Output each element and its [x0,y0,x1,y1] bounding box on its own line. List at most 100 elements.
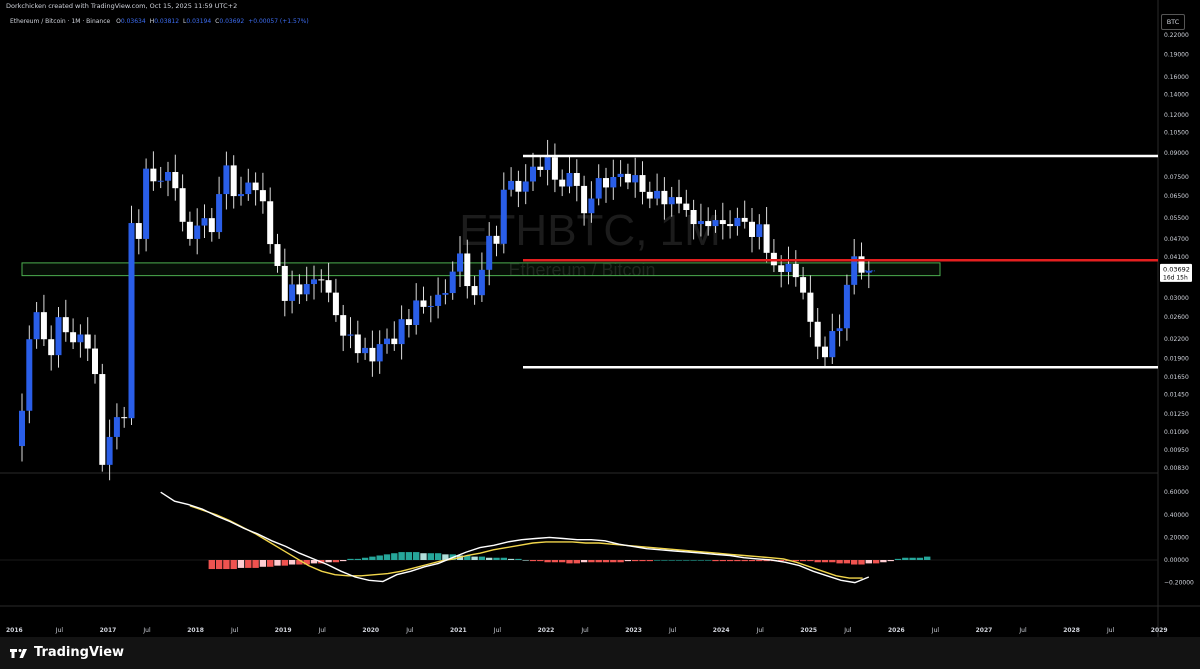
price-axis-label: 0.01250 [1164,411,1189,418]
macd-histogram-bar [522,560,529,561]
candle-body [676,197,682,204]
price-axis-label: 0.05500 [1164,215,1189,222]
candle-body [26,339,33,411]
time-axis-label: Jul [843,627,852,634]
candle-body [646,191,653,199]
price-axis-label: 0.00950 [1164,447,1189,454]
price-axis-label: 0.12000 [1164,112,1189,119]
price-axis-label: 0.00830 [1164,465,1189,472]
candle-body [376,344,383,362]
candle-body [603,178,609,188]
candle-body [157,180,164,182]
candle-body [179,188,186,222]
macd-histogram-bar [858,560,865,565]
current-price-label: 0.03692 [1163,265,1190,273]
macd-histogram-bar [683,560,690,561]
macd-histogram-bar [507,558,515,560]
macd-histogram-bar [748,560,756,562]
candle-body [566,173,573,187]
macd-histogram-bar [252,560,259,568]
macd-histogram-bar [376,555,383,560]
osc-axis-label: 0.40000 [1164,512,1189,519]
tradingview-logo[interactable]: TradingView [10,645,124,660]
time-axis-label: Jul [405,627,414,634]
macd-histogram-bar [697,560,705,561]
candle-body [92,348,98,375]
candle-body [340,315,347,336]
macd-histogram-bar [843,560,851,564]
candle-body [624,173,631,183]
candle-body [508,180,515,190]
candle-body [33,312,40,340]
price-axis-label: 0.03000 [1164,295,1189,302]
macd-histogram-bar [486,557,493,560]
candle-body [573,173,580,186]
macd-histogram-bar [274,560,281,566]
macd-histogram-bar [880,560,887,563]
candle-body [712,220,719,227]
time-axis-label: Jul [142,627,151,634]
time-axis-label: 2020 [362,627,379,634]
watermark-ticker: ETHBTC, 1M [459,206,721,255]
time-axis-label: 2021 [450,627,467,634]
candle-body [165,171,171,181]
price-axis-label: 0.09000 [1164,150,1189,157]
time-axis-label: 2027 [976,627,993,634]
candle-body [559,179,566,187]
time-axis-label: Jul [1018,627,1027,634]
time-axis-label: 2028 [1063,627,1080,634]
macd-histogram-bar [580,560,588,563]
price-chart[interactable]: ETHBTC, 1MEthereum / Bitcoin0.220000.190… [0,0,1200,637]
macd-histogram-bar [529,560,537,562]
time-axis-label: Jul [1106,627,1115,634]
macd-histogram-bar [223,560,230,570]
candle-body [208,218,215,233]
macd-histogram-bar [566,560,573,564]
candle-body [362,347,369,354]
time-axis-label: Jul [756,627,765,634]
macd-histogram-bar [799,560,807,562]
macd-histogram-bar [500,557,507,560]
macd-histogram-bar [267,560,274,567]
macd-histogram-bar [325,560,332,563]
candle-body [551,157,558,180]
time-axis-label: 2018 [187,627,204,634]
candle-body [303,284,310,295]
macd-histogram-bar [544,560,551,563]
price-axis-label: 0.22000 [1164,32,1189,39]
price-axis-label: 0.01650 [1164,374,1189,381]
candle-body [84,334,91,349]
candle-body [639,175,646,192]
macd-histogram-bar [537,560,544,562]
candle-body [398,319,405,345]
candle-body [70,332,77,343]
candle-body [62,317,69,333]
candle-body [223,165,230,195]
macd-histogram-bar [391,553,398,560]
time-axis-label: 2016 [6,627,23,634]
candle-body [77,334,84,343]
macd-histogram-bar [551,560,559,563]
footer-bar: TradingView [0,637,1200,669]
candle-body [705,221,712,227]
candle-body [259,190,266,202]
candle-body [245,182,252,195]
price-axis-label: 0.01090 [1164,429,1189,436]
candle-body [55,317,62,356]
price-axis-label: 0.19000 [1164,51,1189,58]
candle-body [427,305,434,307]
macd-histogram-bar [668,560,675,561]
time-axis-label: Jul [580,627,589,634]
time-axis-label: Jul [318,627,327,634]
time-axis-label: Jul [931,627,940,634]
candle-body [420,300,427,307]
candle-body [858,256,865,273]
macd-histogram-bar [734,560,741,562]
candle-body [113,417,120,437]
macd-histogram-bar [478,556,486,560]
macd-histogram-bar [230,560,237,570]
candle-body [778,265,785,272]
candle-body [668,197,675,205]
candle-body [588,198,595,214]
macd-histogram-bar [690,560,697,561]
